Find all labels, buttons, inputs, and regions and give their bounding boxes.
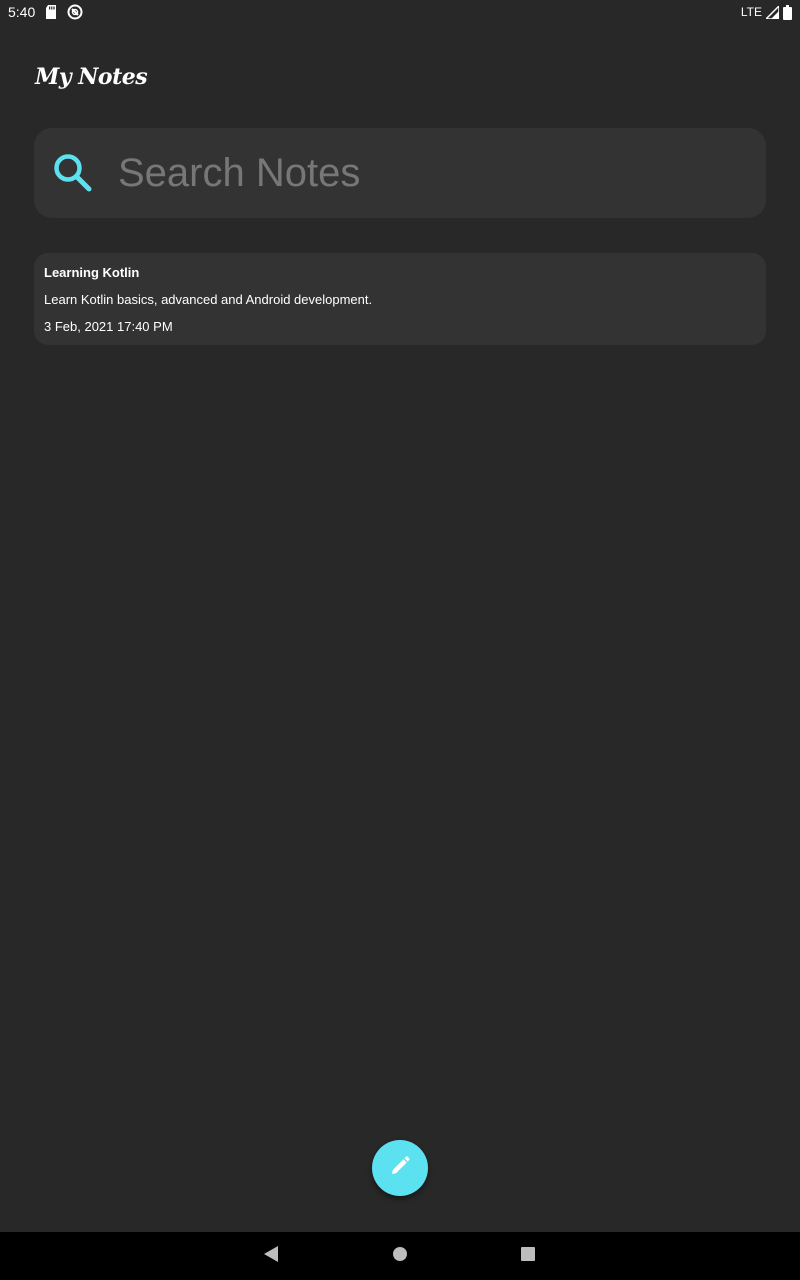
back-icon bbox=[263, 1245, 279, 1268]
note-body: Learn Kotlin basics, advanced and Androi… bbox=[44, 292, 373, 307]
sync-icon bbox=[67, 4, 83, 20]
note-title: Learning Kotlin bbox=[44, 265, 140, 280]
recents-icon bbox=[520, 1246, 536, 1267]
page-title: My Notes bbox=[35, 64, 148, 90]
status-bar: 5:40 LTE bbox=[0, 0, 800, 24]
home-button[interactable] bbox=[376, 1232, 424, 1280]
note-date: 3 Feb, 2021 17:40 PM bbox=[44, 319, 173, 334]
search-icon bbox=[52, 152, 94, 194]
recents-button[interactable] bbox=[504, 1232, 552, 1280]
add-note-button[interactable] bbox=[372, 1140, 428, 1196]
sd-card-icon bbox=[45, 5, 57, 19]
status-left: 5:40 bbox=[8, 4, 83, 20]
note-card[interactable]: Learning Kotlin Learn Kotlin basics, adv… bbox=[34, 253, 766, 345]
status-time: 5:40 bbox=[8, 4, 36, 20]
back-button[interactable] bbox=[247, 1232, 295, 1280]
navigation-bar bbox=[0, 1232, 800, 1280]
search-input[interactable] bbox=[118, 128, 766, 218]
signal-icon bbox=[766, 5, 779, 19]
pencil-icon bbox=[390, 1155, 410, 1181]
notes-screen: 5:40 LTE My Notes Search Notes Learning … bbox=[0, 0, 800, 1280]
status-right: LTE bbox=[740, 4, 792, 20]
battery-icon bbox=[783, 4, 792, 20]
home-icon bbox=[392, 1246, 408, 1267]
search-bar[interactable] bbox=[34, 128, 766, 218]
network-type: LTE bbox=[740, 5, 762, 19]
